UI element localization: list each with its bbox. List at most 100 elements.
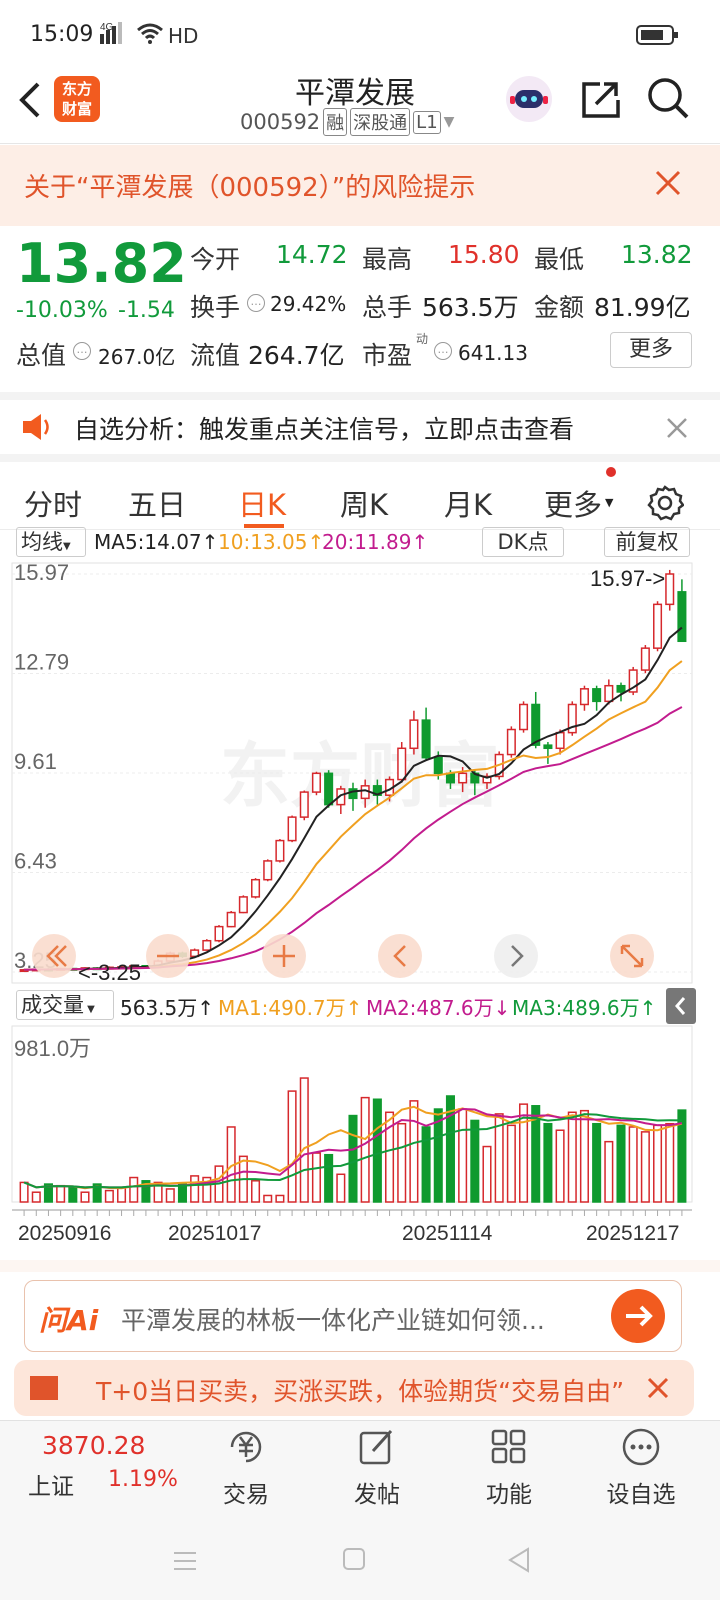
open-label: 今开 — [190, 245, 241, 274]
bottom-nav: 3870.28 上证 1.19% 交易 发帖 功能 设自选 — [0, 1420, 720, 1535]
stock-code: 000592 — [240, 110, 321, 134]
candle — [238, 896, 248, 914]
y-tick-label: 6.43 — [14, 849, 57, 874]
share-icon[interactable] — [580, 78, 622, 124]
tab-monthly-k[interactable]: 月K — [444, 482, 492, 524]
gear-icon[interactable] — [646, 484, 685, 526]
back-icon[interactable] — [14, 80, 44, 124]
search-icon[interactable] — [646, 76, 690, 124]
volume-ma3-label: MA3:489.6万↑ — [512, 996, 657, 1020]
active-tab-indicator — [244, 524, 284, 528]
assistant-avatar[interactable] — [506, 76, 552, 122]
wifi-icon — [136, 22, 164, 48]
amount-value: 81.99亿 — [594, 293, 691, 322]
tab-intraday[interactable]: 分时 — [24, 482, 82, 524]
tab-more[interactable]: 更多 — [544, 482, 602, 524]
volume-bar — [567, 1111, 577, 1203]
caret-down-icon: ▼ — [605, 496, 614, 509]
volume-bar — [543, 1122, 553, 1203]
nav-add-watchlist[interactable]: 设自选 — [598, 1421, 684, 1521]
stock-name: 平潭发展 — [295, 76, 415, 111]
candle — [555, 731, 565, 750]
volume-bar — [177, 1183, 187, 1203]
banner-text: T+0当日买卖，买涨买跌，体验期货“交易自由” — [96, 1377, 625, 1406]
kline-chart-area: 均线▼ MA5:14.07↑ 10:13.05↑ 20:11.89↑ DK点 前… — [0, 527, 720, 1260]
nav-functions[interactable]: 功能 — [468, 1421, 550, 1521]
volume-bar — [129, 1176, 139, 1203]
tag-margin: 融 — [323, 108, 348, 136]
adjust-button[interactable]: 前复权 — [604, 527, 690, 557]
tag-level: L1 — [413, 110, 441, 134]
candle — [421, 719, 431, 759]
ma-select[interactable]: 均线▼ — [16, 527, 86, 557]
candle — [604, 684, 614, 703]
info-icon[interactable]: … — [247, 294, 265, 312]
back-triangle-icon[interactable] — [506, 1547, 532, 1577]
volume-bar — [324, 1153, 334, 1203]
info-icon[interactable]: … — [73, 342, 91, 360]
volume-bar — [592, 1122, 602, 1203]
pe-value: 641.13 — [458, 341, 528, 365]
stock-header: 东方 财富 平潭发展 000592 融 深股通 L1 ▼ — [0, 70, 720, 144]
candle — [653, 603, 663, 649]
close-icon[interactable] — [646, 1376, 670, 1404]
volume-bar — [299, 1077, 309, 1203]
system-nav — [0, 1535, 720, 1600]
volume-bar — [251, 1180, 261, 1203]
ai-prompt-text: 平潭发展的林板一体化产业链如何领... — [121, 1306, 545, 1335]
float-label: 流值 — [190, 341, 241, 370]
menu-icon[interactable] — [172, 1549, 198, 1577]
volume-bar — [104, 1189, 114, 1203]
ai-question-box[interactable]: 问Ai 平潭发展的林板一体化产业链如何领... — [24, 1280, 682, 1352]
volume-bar — [80, 1191, 90, 1203]
volume-bar — [68, 1186, 78, 1203]
stock-code-row[interactable]: 000592 融 深股通 L1 ▼ — [240, 108, 454, 136]
x-label: 20251017 — [168, 1222, 261, 1245]
volume-bar — [336, 1173, 346, 1203]
collapse-panel-button[interactable] — [666, 988, 696, 1024]
volume-bar — [19, 1181, 29, 1203]
tab-five-day[interactable]: 五日 — [128, 482, 186, 524]
kline-svg[interactable]: 东方财富 15.9712.799.616.433.25 15.97-> <-3.… — [0, 560, 720, 1260]
x-label: 20250916 — [18, 1222, 111, 1245]
yuan-icon — [230, 1431, 262, 1463]
candle — [214, 925, 224, 942]
period-tabs: 分时 五日 日K 周K 月K 更多 ▼ — [0, 467, 720, 530]
volume-bar — [604, 1140, 614, 1203]
ma5-label: MA5:14.07↑ — [94, 530, 219, 554]
candle — [445, 772, 455, 784]
nav-trade[interactable]: 交易 — [205, 1421, 287, 1521]
info-icon[interactable]: … — [434, 342, 452, 360]
tab-weekly-k[interactable]: 周K — [340, 482, 388, 524]
more-button[interactable]: 更多 — [610, 332, 692, 368]
volume-bar — [372, 1098, 382, 1203]
candle — [226, 911, 236, 928]
x-label: 20251217 — [586, 1222, 679, 1245]
futures-banner[interactable]: T+0当日买卖，买涨买跌，体验期货“交易自由” — [14, 1360, 694, 1416]
ma10-line — [24, 660, 683, 971]
candle — [287, 816, 297, 842]
arrow-right-icon[interactable] — [611, 1289, 665, 1343]
low-value: 13.82 — [621, 240, 693, 269]
volume-bar — [360, 1096, 370, 1203]
quote-panel: 13.82 -10.03% -1.54 今开 14.72 最高 15.80 最低… — [0, 226, 720, 391]
volume-select[interactable]: 成交量 ▼ — [16, 990, 114, 1020]
app-logo[interactable]: 东方 财富 — [54, 76, 100, 122]
close-icon[interactable] — [665, 416, 689, 444]
nav-post[interactable]: 发帖 — [336, 1421, 418, 1521]
grid-icon — [491, 1429, 526, 1464]
float-value: 264.7亿 — [248, 341, 345, 370]
risk-banner[interactable]: 关于“平潭发展（000592）”的风险提示 — [0, 145, 720, 226]
high-label: 最高 — [362, 245, 413, 274]
signal-notice[interactable]: 自选分析：触发重点关注信号，立即点击查看 — [0, 392, 720, 462]
home-icon[interactable] — [342, 1547, 366, 1575]
edit-icon — [359, 1429, 393, 1465]
tab-daily-k[interactable]: 日K — [238, 482, 286, 524]
megaphone-icon — [30, 1376, 58, 1400]
index-pct: 1.19% — [108, 1467, 178, 1492]
dk-point-button[interactable]: DK点 — [482, 527, 564, 557]
x-label: 20251114 — [402, 1222, 493, 1245]
candle — [592, 688, 602, 703]
close-icon[interactable] — [654, 169, 682, 201]
index-value[interactable]: 3870.28 — [42, 1431, 145, 1460]
